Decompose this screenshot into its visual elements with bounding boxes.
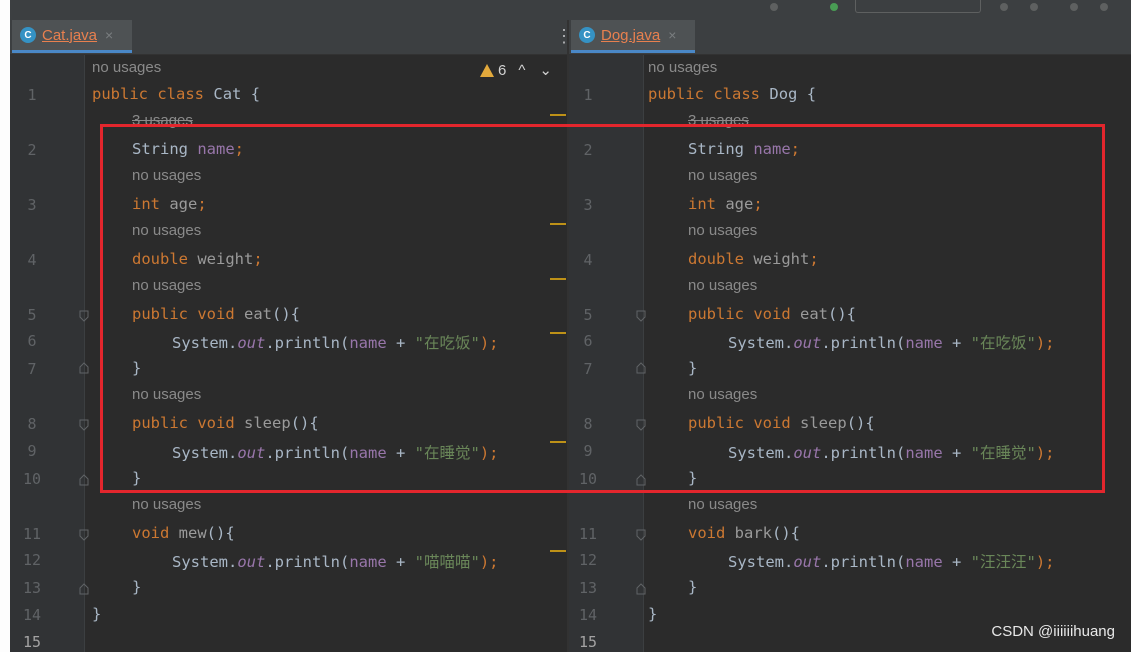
toolbar-icon[interactable] <box>770 3 778 11</box>
line-number: 8 <box>27 415 37 433</box>
usage-hint[interactable]: no usages <box>92 59 161 76</box>
top-toolbar <box>10 0 1131 20</box>
line-number: 1 <box>583 86 593 104</box>
fold-marker-icon[interactable] <box>79 583 89 595</box>
fold-marker-icon[interactable] <box>79 474 89 486</box>
class-icon: C <box>579 27 595 43</box>
line-number: 11 <box>578 525 598 543</box>
usage-hint[interactable]: no usages <box>688 496 757 513</box>
code-line: System.out.println(name + "喵喵喵"); <box>172 553 499 571</box>
run-config-selector[interactable] <box>855 0 981 13</box>
code-line: } <box>132 578 142 596</box>
line-number: 5 <box>27 306 37 324</box>
line-number: 3 <box>27 196 37 214</box>
line-number: 10 <box>22 470 42 488</box>
toolbar-icon[interactable] <box>1070 3 1078 11</box>
code-line: void bark(){ <box>688 524 800 542</box>
code-line: System.out.println(name + "汪汪汪"); <box>728 553 1055 571</box>
fold-marker-icon[interactable] <box>79 362 89 374</box>
fold-marker-icon[interactable] <box>636 583 646 595</box>
code-line: } <box>688 578 698 596</box>
watermark: CSDN @iiiiiihuang <box>991 623 1115 640</box>
close-icon[interactable]: × <box>105 27 113 43</box>
chevron-down-icon[interactable]: ⌄ <box>539 61 552 79</box>
warning-count: 6 <box>498 61 507 79</box>
line-number: 2 <box>27 141 37 159</box>
line-number: 13 <box>22 579 42 597</box>
window-left-edge <box>0 0 10 652</box>
tab-dog-java[interactable]: C Dog.java × <box>571 20 695 53</box>
line-number: 13 <box>578 579 598 597</box>
line-number: 14 <box>22 606 42 624</box>
tab-label: Cat.java <box>42 26 98 44</box>
line-number: 12 <box>22 551 42 569</box>
line-number: 9 <box>27 442 37 460</box>
code-line: void mew(){ <box>132 524 235 542</box>
line-number: 14 <box>578 606 598 624</box>
line-number: 12 <box>578 551 598 569</box>
highlight-box <box>100 124 1105 493</box>
fold-marker-icon[interactable] <box>79 310 89 322</box>
tab-cat-java[interactable]: C Cat.java × <box>12 20 132 53</box>
toolbar-icon[interactable] <box>1100 3 1108 11</box>
line-number: 1 <box>27 86 37 104</box>
fold-marker-icon[interactable] <box>636 529 646 541</box>
chevron-up-icon[interactable]: ^ <box>518 62 525 79</box>
line-number: 11 <box>22 525 42 543</box>
code-line: } <box>92 605 102 623</box>
fold-marker-icon[interactable] <box>79 529 89 541</box>
line-number: 15 <box>22 633 42 651</box>
class-icon: C <box>20 27 36 43</box>
fold-marker-icon[interactable] <box>79 419 89 431</box>
usage-hint[interactable]: no usages <box>132 496 201 513</box>
inspection-widget[interactable]: 6 ^ ⌄ <box>480 61 552 79</box>
scrollbar-mark[interactable] <box>550 550 566 552</box>
toolbar-icon[interactable] <box>830 3 838 11</box>
code-line: } <box>648 605 658 623</box>
usage-hint[interactable]: no usages <box>648 59 717 76</box>
line-number: 7 <box>27 360 37 378</box>
close-icon[interactable]: × <box>668 27 676 43</box>
right-tab-bar: C Dog.java × <box>569 20 1131 55</box>
gutter-divider <box>84 55 85 652</box>
toolbar-icon[interactable] <box>1000 3 1008 11</box>
tab-label: Dog.java <box>601 26 661 44</box>
scrollbar-mark[interactable] <box>550 114 566 116</box>
line-number: 6 <box>27 332 37 350</box>
code-line: public class Cat { <box>92 85 261 103</box>
warning-icon <box>480 63 494 77</box>
line-number: 15 <box>578 633 598 651</box>
left-tab-bar: C Cat.java × ⋮ <box>10 20 573 55</box>
toolbar-icon[interactable] <box>1030 3 1038 11</box>
line-number: 4 <box>27 251 37 269</box>
code-line: public class Dog { <box>648 85 817 103</box>
